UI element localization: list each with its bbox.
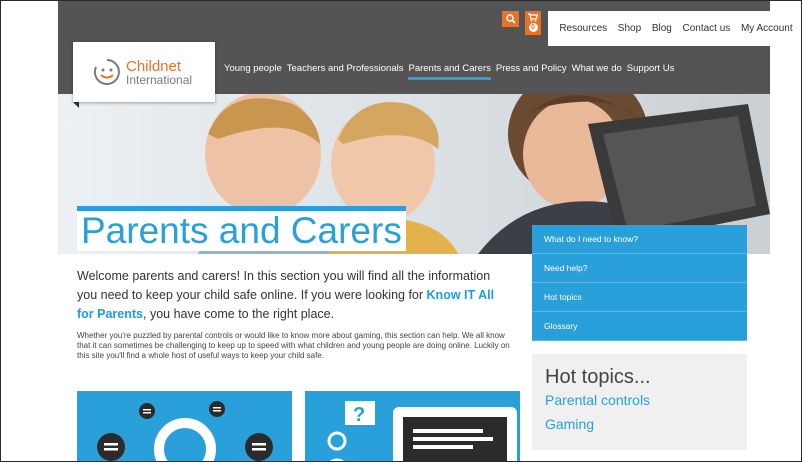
logo-subtitle: International (126, 72, 193, 87)
svg-text:?: ? (353, 404, 365, 426)
side-nav-need-help[interactable]: Need help? (532, 254, 747, 283)
browser-frame: 0 Resources Shop Blog Contact us My Acco… (0, 0, 802, 462)
utility-link-blog[interactable]: Blog (652, 23, 672, 34)
chat-network-icon (97, 401, 273, 461)
page-title-box: Parents and Carers (77, 206, 406, 251)
utility-link-contact[interactable]: Contact us (682, 23, 730, 34)
nav-parents-carers[interactable]: Parents and Carers (408, 63, 492, 80)
intro-text: Welcome parents and carers! In this sect… (77, 267, 497, 324)
childnet-smile-icon (93, 59, 120, 85)
search-button[interactable] (502, 11, 519, 27)
nav-press-policy[interactable]: Press and Policy (496, 63, 567, 74)
intro-part-2: , you have come to the right place. (143, 307, 335, 321)
section-side-nav: What do I need to know? Need help? Hot t… (532, 225, 747, 341)
utility-link-resources[interactable]: Resources (559, 23, 607, 34)
nav-teachers[interactable]: Teachers and Professionals (287, 63, 404, 74)
hot-topic-gaming[interactable]: Gaming (545, 412, 734, 436)
hot-topic-parental-controls[interactable]: Parental controls (545, 388, 734, 412)
nav-support-us[interactable]: Support Us (627, 63, 675, 74)
body-text: Whether you're puzzled by parental contr… (77, 331, 510, 360)
logo-shadow-corner (73, 102, 79, 108)
cart-count-badge: 0 (528, 23, 538, 32)
feature-tile-social[interactable] (77, 391, 292, 461)
page: 0 Resources Shop Blog Contact us My Acco… (58, 1, 801, 461)
cart-icon (528, 13, 538, 22)
nav-young-people[interactable]: Young people (224, 63, 282, 74)
search-icon (505, 14, 516, 24)
site-logo[interactable]: Childnet International (73, 42, 215, 102)
hot-topics-title: Hot topics... (545, 366, 651, 388)
cart-button[interactable]: 0 (525, 11, 541, 35)
hot-topics-panel: Hot topics... Parental controls Gaming (532, 354, 747, 450)
side-nav-hot-topics[interactable]: Hot topics (532, 283, 747, 312)
logo-name: Childnet (126, 57, 182, 75)
page-title: Parents and Carers (81, 210, 402, 251)
feature-tile-help[interactable]: ? (305, 391, 520, 461)
side-nav-what-to-know[interactable]: What do I need to know? (532, 225, 747, 254)
nav-what-we-do[interactable]: What we do (572, 63, 622, 74)
utility-nav: Resources Shop Blog Contact us My Accoun… (548, 11, 801, 46)
question-device-icon: ? (327, 401, 517, 461)
utility-link-shop[interactable]: Shop (618, 23, 641, 34)
side-nav-glossary[interactable]: Glossary (532, 312, 747, 341)
utility-link-account[interactable]: My Account (741, 23, 793, 34)
main-nav: Young people Teachers and Professionals … (224, 63, 679, 80)
